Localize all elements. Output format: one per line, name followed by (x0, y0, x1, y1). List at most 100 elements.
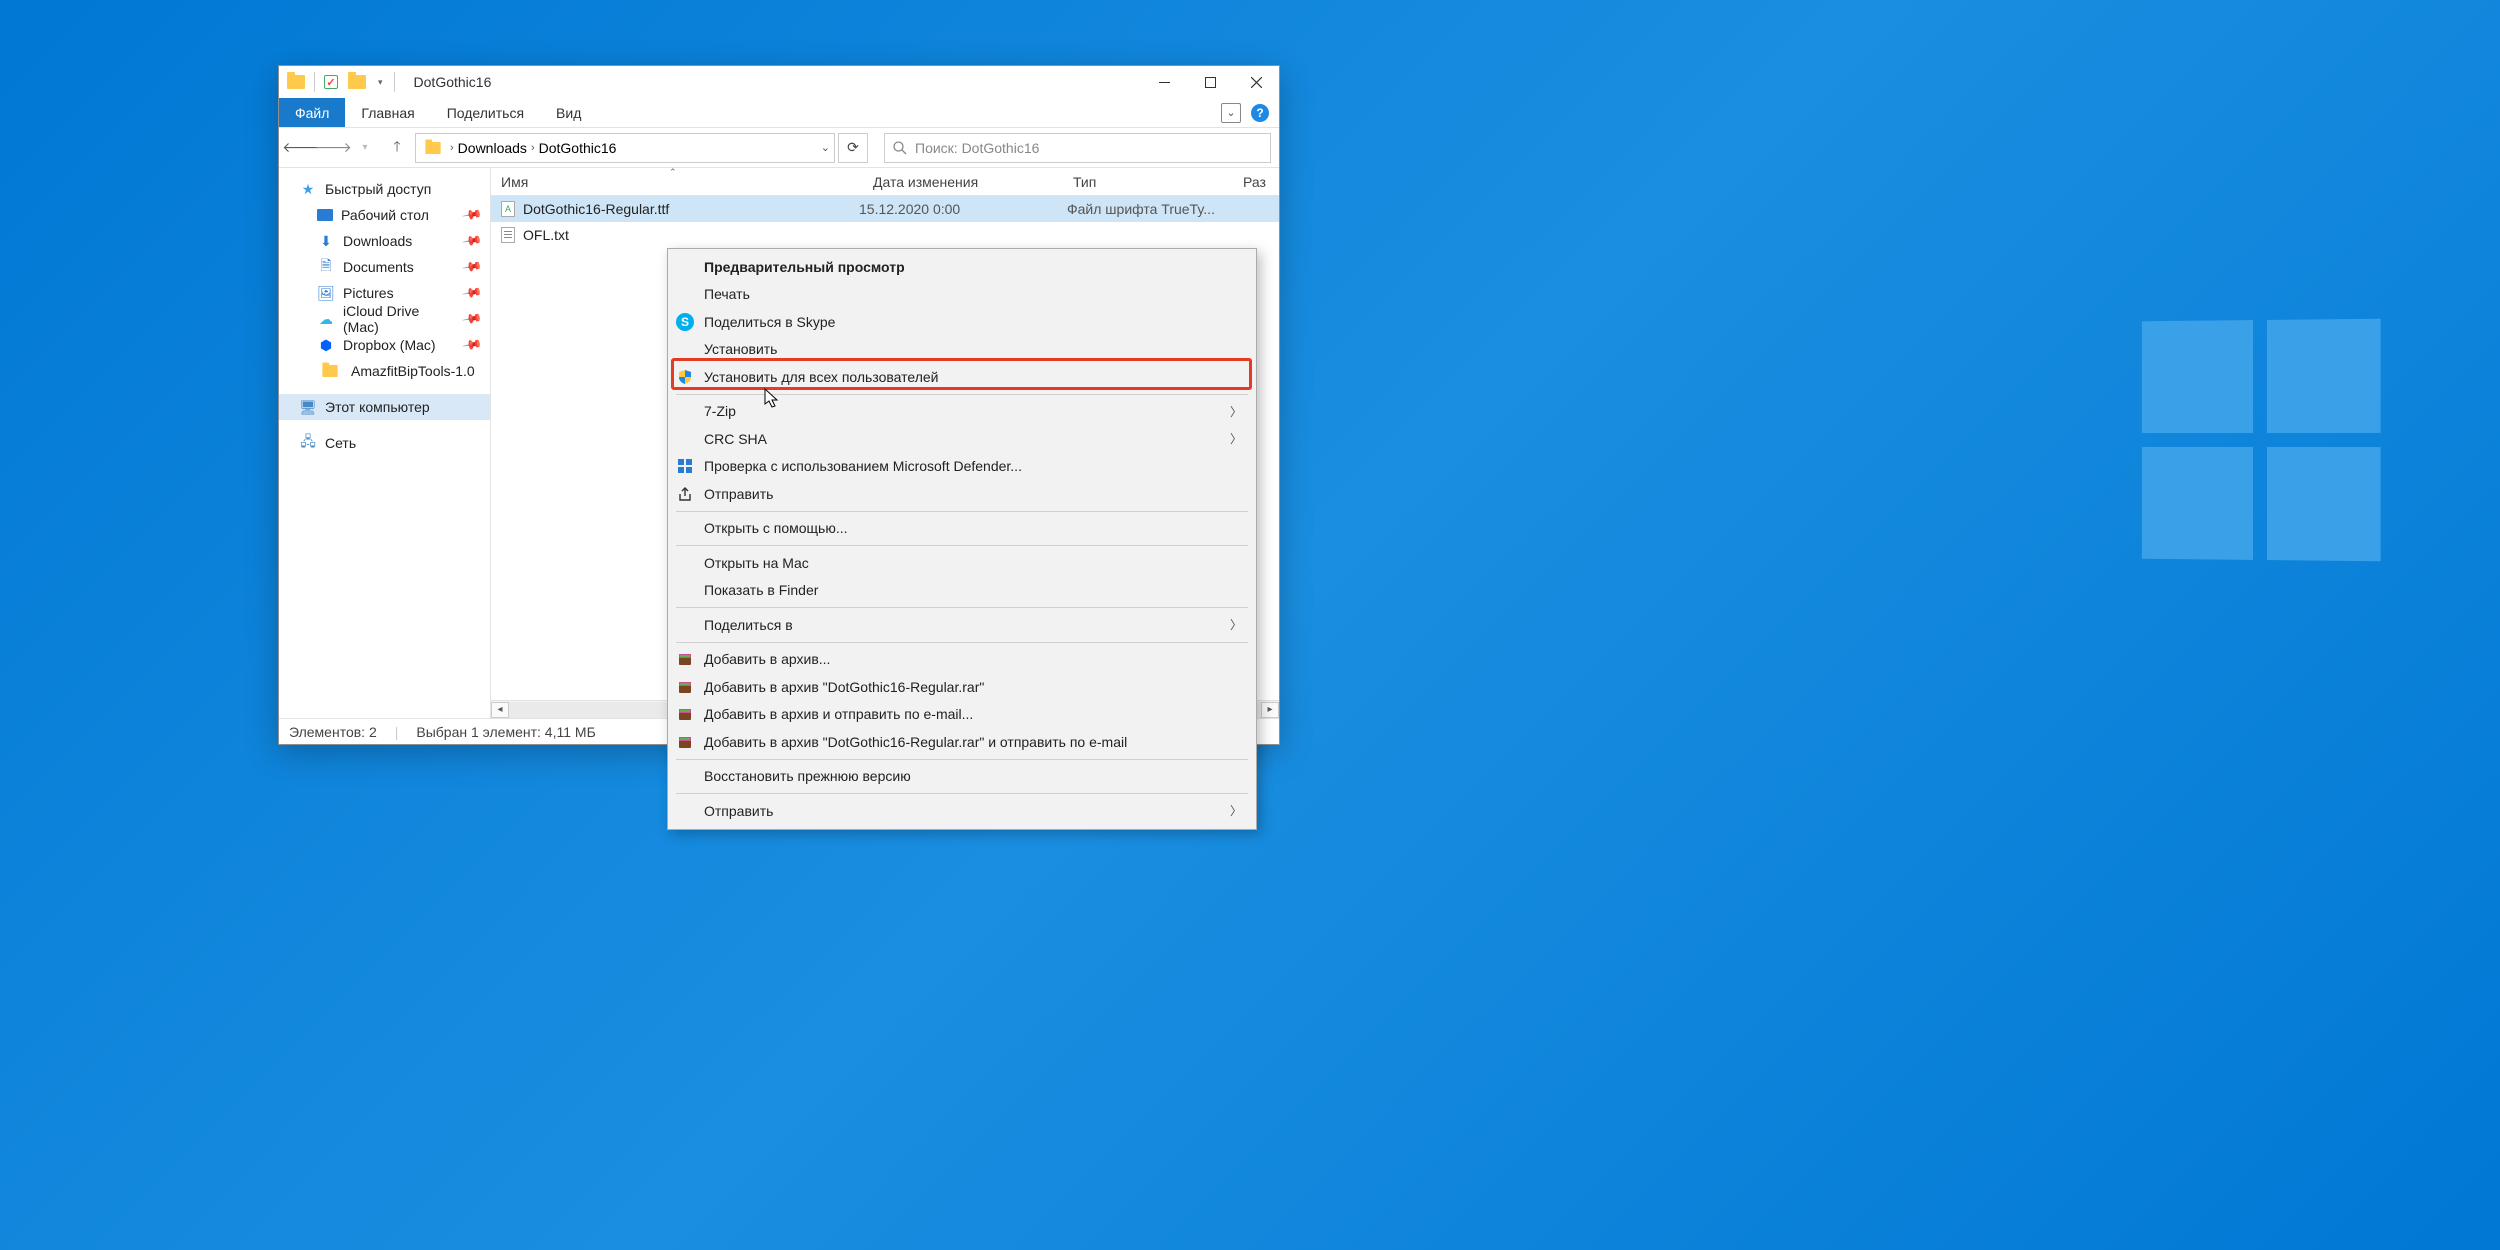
sidebar-item[interactable]: ⬢Dropbox (Mac)📌 (279, 332, 490, 358)
menu-item[interactable]: CRC SHA〉 (668, 425, 1256, 453)
qat-newfolder-icon[interactable] (348, 75, 366, 89)
pin-icon: 📌 (461, 282, 483, 304)
sidebar-thispc[interactable]: 🖥Этот компьютер (279, 394, 490, 420)
shield-icon (676, 368, 694, 386)
up-button[interactable]: 🡑 (383, 134, 411, 162)
nav-toolbar: 🡐 🡒 ▾ 🡑 › Downloads › DotGothic16 ⌄ ⟳ По… (279, 128, 1279, 168)
menu-item[interactable]: Добавить в архив и отправить по e-mail..… (668, 701, 1256, 729)
menu-separator (676, 545, 1248, 546)
pin-icon: 📌 (461, 204, 483, 226)
col-type[interactable]: Тип (1073, 174, 1096, 190)
context-menu: Предварительный просмотрПечатьSПоделитьс… (667, 248, 1257, 830)
close-button[interactable] (1233, 66, 1279, 98)
menu-item[interactable]: Отправить〉 (668, 797, 1256, 825)
tab-share[interactable]: Поделиться (431, 98, 540, 127)
back-button[interactable]: 🡐 (287, 134, 315, 162)
menu-item[interactable]: Проверка с использованием Microsoft Defe… (668, 453, 1256, 481)
refresh-button[interactable]: ⟳ (838, 133, 868, 163)
rar-icon (676, 733, 694, 751)
menu-item[interactable]: Восстановить прежнюю версию (668, 763, 1256, 791)
menu-item[interactable]: Открыть с помощью... (668, 515, 1256, 543)
menu-separator (676, 394, 1248, 395)
search-placeholder: Поиск: DotGothic16 (915, 140, 1039, 156)
col-size[interactable]: Раз (1243, 174, 1266, 190)
breadcrumb-part[interactable]: Downloads (458, 140, 527, 156)
text-file-icon (501, 227, 515, 243)
desktop-icon (317, 209, 333, 221)
search-input[interactable]: Поиск: DotGothic16 (884, 133, 1271, 163)
menu-separator (676, 607, 1248, 608)
scroll-left-button[interactable]: ◂ (491, 702, 509, 718)
menu-item[interactable]: SПоделиться в Skype (668, 308, 1256, 336)
pc-icon: 🖥 (299, 398, 317, 416)
qat-customize-icon[interactable]: ▾ (378, 77, 383, 88)
menu-separator (676, 759, 1248, 760)
forward-button[interactable]: 🡒 (319, 134, 347, 162)
menu-item[interactable]: 7-Zip〉 (668, 398, 1256, 426)
menu-item[interactable]: Добавить в архив "DotGothic16-Regular.ra… (668, 728, 1256, 756)
col-name[interactable]: Имя (501, 174, 528, 190)
column-headers[interactable]: Имя⌃ Дата изменения Тип Раз (491, 168, 1279, 196)
titlebar[interactable]: ✓ ▾ DotGothic16 (279, 66, 1279, 98)
maximize-button[interactable] (1187, 66, 1233, 98)
menu-separator (676, 793, 1248, 794)
menu-item[interactable]: Показать в Finder (668, 577, 1256, 605)
file-row[interactable]: OFL.txt (491, 222, 1279, 248)
documents-icon: 🗎 (317, 258, 335, 276)
tab-file[interactable]: Файл (279, 98, 345, 127)
sidebar-item[interactable]: AmazfitBipTools-1.0 (279, 358, 490, 384)
defender-icon (676, 457, 694, 475)
recent-dropdown[interactable]: ▾ (351, 134, 379, 162)
sidebar-quickaccess[interactable]: ★ Быстрый доступ (279, 176, 490, 202)
sidebar-item[interactable]: 🗎Documents📌 (279, 254, 490, 280)
breadcrumb-part[interactable]: DotGothic16 (539, 140, 617, 156)
folder-icon (287, 75, 305, 89)
address-bar[interactable]: › Downloads › DotGothic16 ⌄ (415, 133, 835, 163)
sidebar-item[interactable]: ⬇Downloads📌 (279, 228, 490, 254)
windows-logo-wallpaper (2142, 319, 2381, 562)
menu-item[interactable]: Установить для всех пользователей (668, 363, 1256, 391)
folder-icon (322, 365, 337, 377)
minimize-button[interactable] (1141, 66, 1187, 98)
star-icon: ★ (299, 180, 317, 198)
rar-icon (676, 650, 694, 668)
menu-item[interactable]: Печать (668, 281, 1256, 309)
sidebar-item[interactable]: Рабочий стол📌 (279, 202, 490, 228)
pin-icon: 📌 (461, 308, 483, 330)
dropbox-icon: ⬢ (317, 336, 335, 354)
share-icon (676, 485, 694, 503)
file-row[interactable]: ADotGothic16-Regular.ttf15.12.2020 0:00Ф… (491, 196, 1279, 222)
menu-item[interactable]: Отправить (668, 480, 1256, 508)
font-file-icon: A (501, 201, 515, 217)
folder-icon (425, 142, 440, 154)
menu-item[interactable]: Добавить в архив "DotGothic16-Regular.ra… (668, 673, 1256, 701)
scroll-right-button[interactable]: ▸ (1261, 702, 1279, 718)
window-title: DotGothic16 (414, 74, 492, 90)
sidebar-item[interactable]: ☁iCloud Drive (Mac)📌 (279, 306, 490, 332)
sidebar-network[interactable]: 🖧Сеть (279, 430, 490, 456)
rar-icon (676, 705, 694, 723)
menu-separator (676, 511, 1248, 512)
col-date[interactable]: Дата изменения (873, 174, 978, 190)
submenu-arrow-icon: 〉 (1230, 616, 1242, 633)
menu-item[interactable]: Установить (668, 336, 1256, 364)
tab-view[interactable]: Вид (540, 98, 597, 127)
help-button[interactable]: ? (1251, 104, 1269, 122)
status-count: Элементов: 2 (289, 724, 377, 740)
status-selection: Выбран 1 элемент: 4,11 МБ (416, 724, 595, 740)
menu-separator (676, 642, 1248, 643)
tab-home[interactable]: Главная (345, 98, 430, 127)
menu-item[interactable]: Открыть на Mac (668, 549, 1256, 577)
ribbon-collapse-button[interactable]: ⌄ (1221, 103, 1241, 123)
pictures-icon: 🖼 (317, 284, 335, 302)
download-icon: ⬇ (317, 232, 335, 250)
submenu-arrow-icon: 〉 (1230, 403, 1242, 420)
menu-item[interactable]: Поделиться в〉 (668, 611, 1256, 639)
network-icon: 🖧 (299, 434, 317, 452)
rar-icon (676, 678, 694, 696)
menu-item[interactable]: Добавить в архив... (668, 646, 1256, 674)
menu-item[interactable]: Предварительный просмотр (668, 253, 1256, 281)
nav-sidebar: ★ Быстрый доступ Рабочий стол📌 ⬇Download… (279, 168, 491, 718)
ribbon-tabs: Файл Главная Поделиться Вид ⌄ ? (279, 98, 1279, 128)
qat-properties-icon[interactable]: ✓ (324, 75, 338, 89)
